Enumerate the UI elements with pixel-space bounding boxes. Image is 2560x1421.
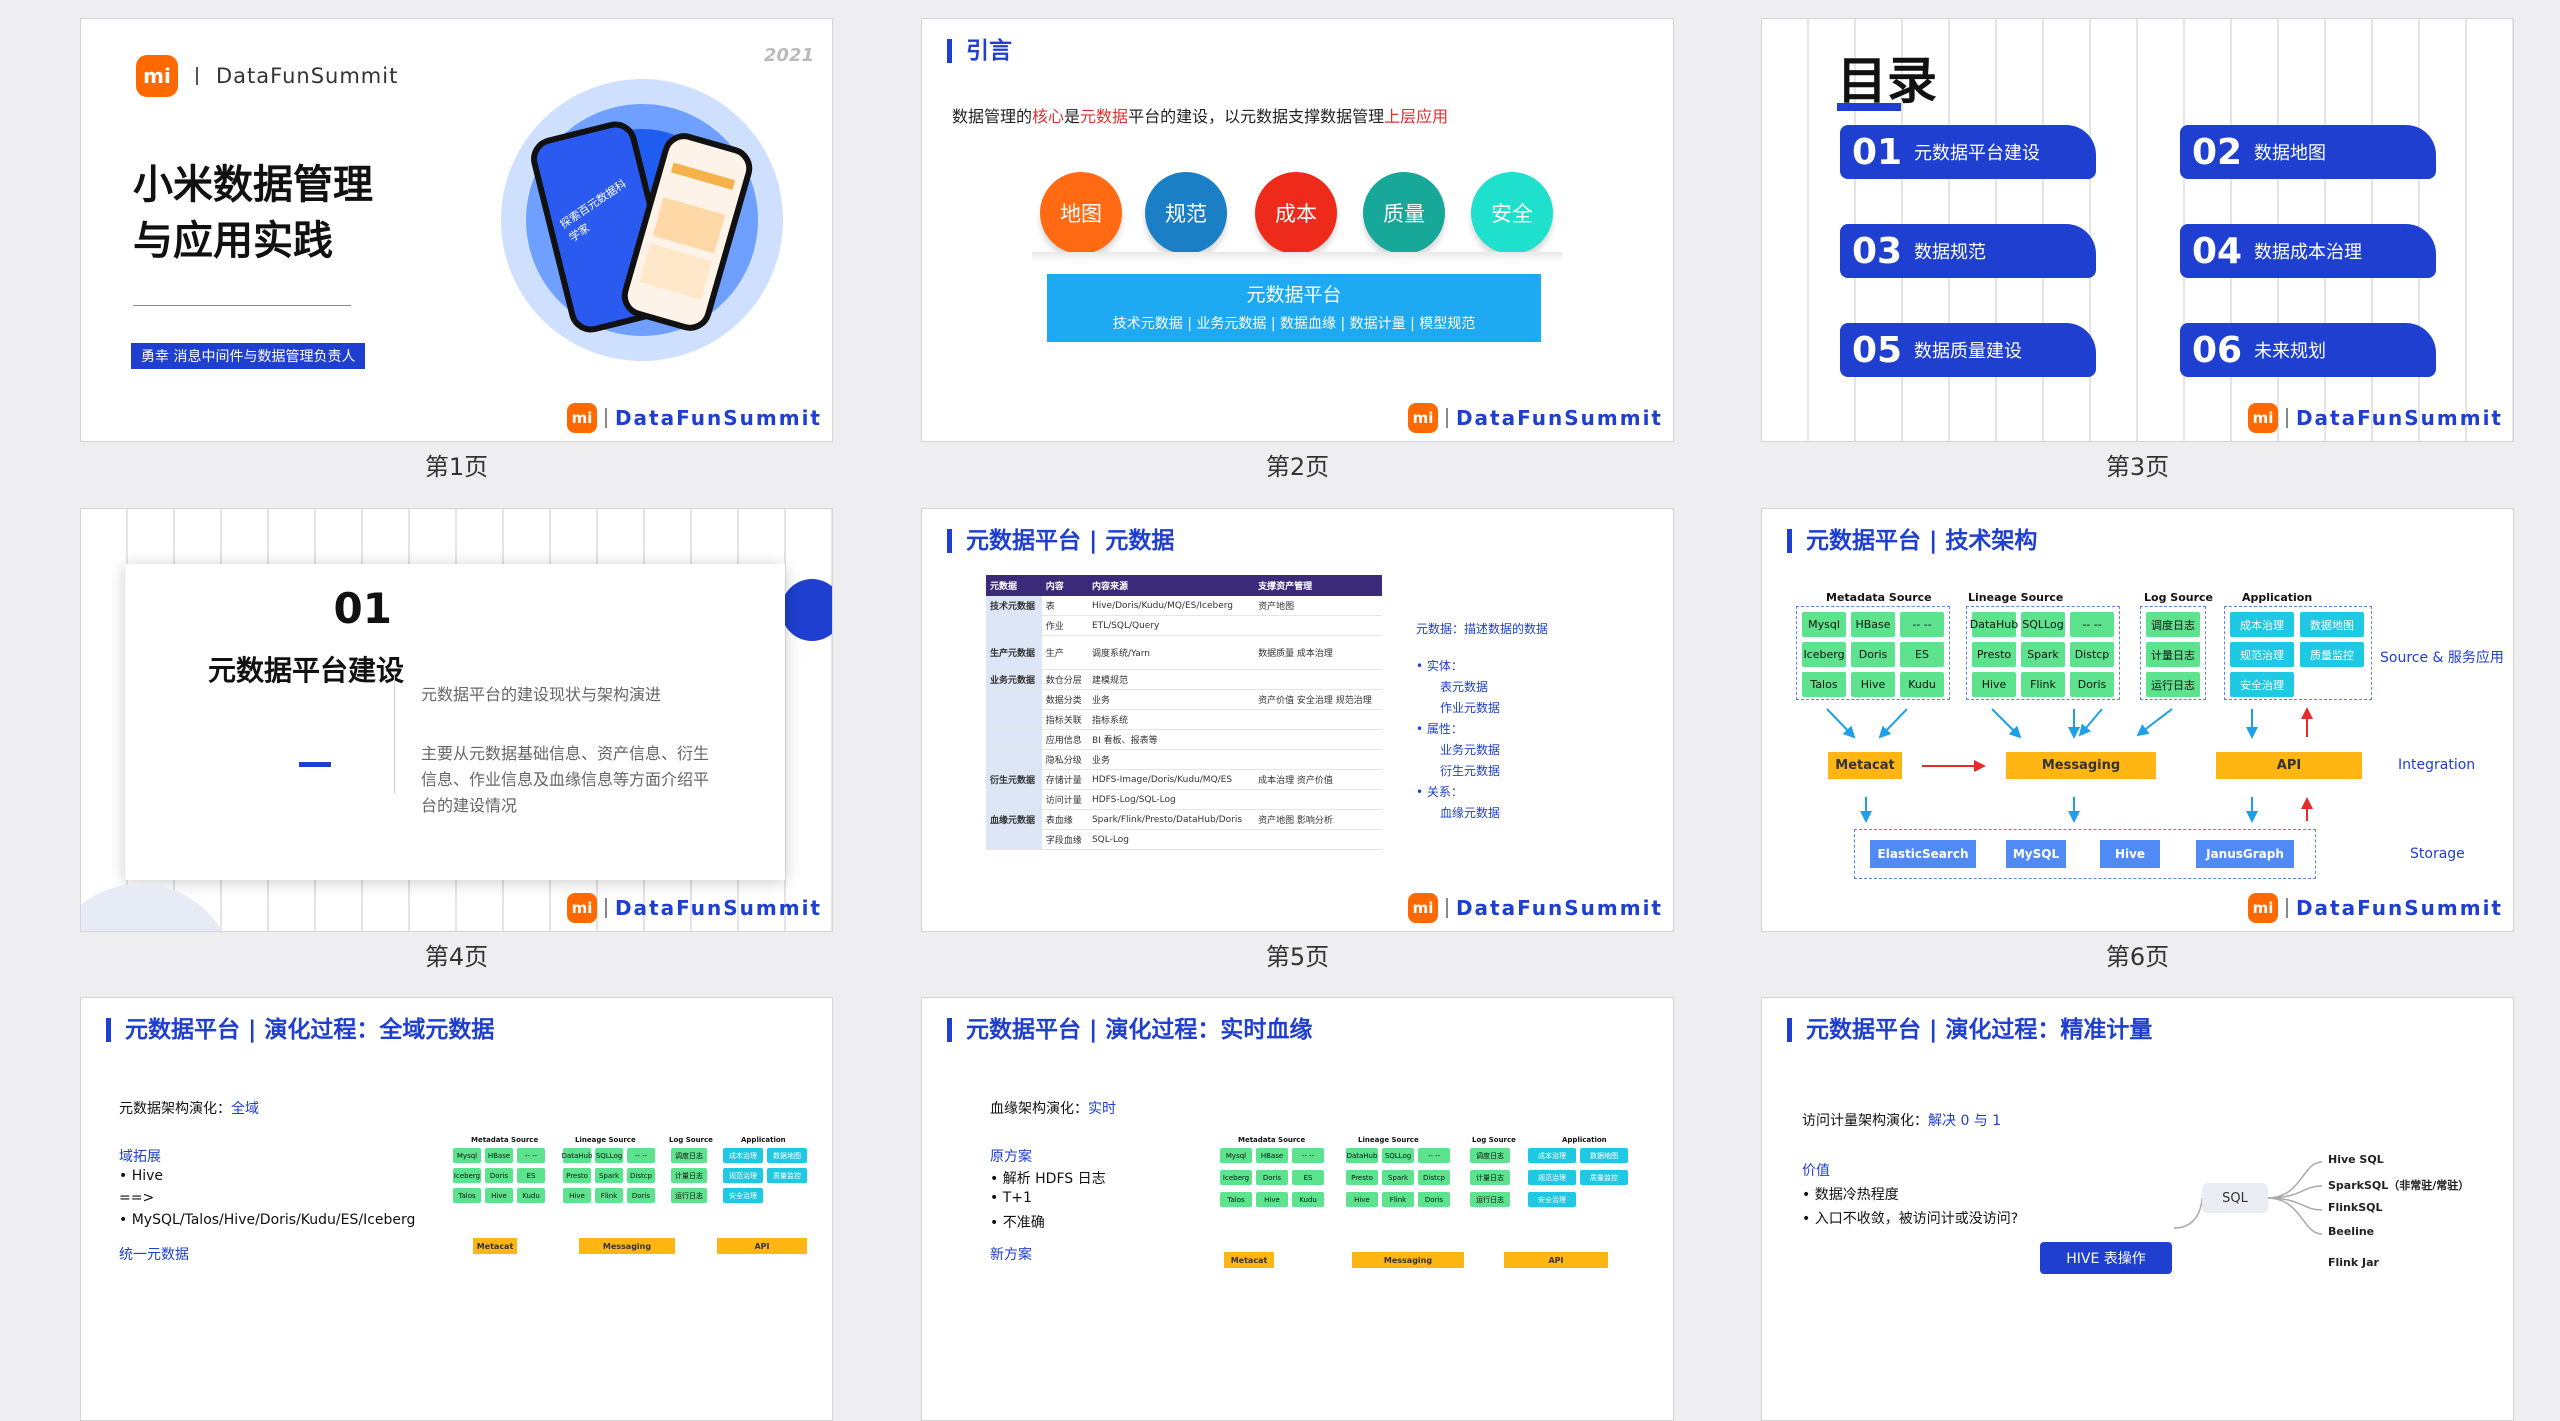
slide-title: 元数据平台 | 元数据 — [947, 529, 1174, 553]
slide-thumb-5[interactable]: 元数据平台 | 元数据 元数据 内容 内容来源 支撑资产管理 技术元数据表 Hive/D… — [921, 508, 1674, 982]
toc-item: 04 数据成本治理 — [2180, 224, 2436, 278]
toc-item: 06 未来规划 — [2180, 323, 2436, 377]
mi-logo-icon: mi — [566, 893, 597, 923]
s1-logo-text: DataFunSummit — [216, 64, 399, 88]
mi-logo-icon: mi — [2247, 893, 2278, 923]
s4-text-1: 元数据平台的建设现状与架构演进 — [421, 685, 662, 704]
s4-card — [81, 564, 785, 931]
s4-text-2: 主要从元数据基础信息、资产信息、衍生信息、作业信息及血缘信息等方面介绍平台的建设… — [421, 744, 710, 815]
slide-title: 引言 — [947, 39, 1012, 63]
metacat-box: Metacat — [1828, 752, 1902, 779]
mi-logo-icon: mi — [1407, 893, 1438, 923]
slide-caption: 第4页 — [424, 943, 489, 971]
s4-number: 01 — [333, 584, 392, 633]
messaging-box: Messaging — [2006, 752, 2156, 779]
slide-thumb-4[interactable]: 01 元数据平台建设 元数据平台的建设现状与架构演进 主要从元数据基础信息、资产… — [80, 508, 833, 982]
metadata-table: 元数据 内容 内容来源 支撑资产管理 技术元数据表 Hive/Doris/Kudu/MQ… — [986, 575, 1382, 850]
s5-side-notes: 元数据：描述数据的数据 • 实体： 表元数据 作业元数据 • 属性： 业务元数据… — [1416, 622, 1549, 820]
slide-caption: 第3页 — [2105, 453, 2170, 481]
slide-4[interactable]: 01 元数据平台建设 元数据平台的建设现状与架构演进 主要从元数据基础信息、资产… — [80, 508, 833, 932]
mi-logo-icon: mi — [1407, 403, 1438, 433]
s4-label: 元数据平台建设 — [207, 654, 404, 687]
slide-caption: 第2页 — [1265, 453, 1330, 481]
circle-security: 安全 — [1471, 172, 1553, 254]
slide-thumb-3[interactable]: 目录 01 元数据平台建设 02 数据地图 03 数据规范 04 数据成本治理 05 数据… — [1761, 18, 2514, 492]
circle-spec: 规范 — [1145, 172, 1227, 254]
s2-platform-box: 元数据平台 技术元数据 | 业务元数据 | 数据血缘 | 数据计量 | 模型规范 — [1047, 274, 1541, 342]
s1-title: 小米数据管理 与应用实践 — [133, 162, 373, 264]
slide-footer: mi DataFunSummit — [1407, 403, 1663, 433]
slide-title: 元数据平台 | 演化过程：全域元数据 — [106, 1018, 494, 1042]
mi-logo-icon: mi — [136, 55, 178, 97]
hive-table-op-node: HIVE 表操作 — [2040, 1242, 2172, 1274]
s1-author: 勇幸 消息中间件与数据管理负责人 — [131, 343, 366, 369]
toc-item: 02 数据地图 — [2180, 125, 2436, 179]
slide-thumb-9[interactable]: 元数据平台 | 演化过程：精准计量 访问计量架构演化：解决 0 与 1 价值 •… — [1761, 997, 2514, 1421]
slide-caption: 第1页 — [424, 453, 489, 481]
slide-9[interactable]: 元数据平台 | 演化过程：精准计量 访问计量架构演化：解决 0 与 1 价值 •… — [1761, 997, 2514, 1421]
tree-lines — [2173, 1161, 2323, 1235]
slide-caption: 第6页 — [2105, 943, 2170, 971]
sql-node: SQL — [2202, 1183, 2268, 1213]
circle-cost: 成本 — [1255, 172, 1337, 254]
slide-footer: mi DataFunSummit — [1407, 893, 1663, 923]
toc-item: 01 元数据平台建设 — [1840, 125, 2096, 179]
toc-item: 03 数据规范 — [1840, 224, 2096, 278]
slide-5[interactable]: 元数据平台 | 元数据 元数据 内容 内容来源 支撑资产管理 技术元数据表 Hive/D… — [921, 508, 1674, 932]
slide-title: 目录 — [1837, 41, 1937, 113]
toc-item: 05 数据质量建设 — [1840, 323, 2096, 377]
slide-footer: mi DataFunSummit — [2247, 403, 2503, 433]
s1-logo: mi DataFunSummit — [136, 55, 398, 97]
slide-thumb-2[interactable]: 引言 数据管理的核心是元数据平台的建设，以元数据支撑数据管理上层应用 地图 规范… — [921, 18, 1674, 492]
mi-logo-icon: mi — [566, 403, 597, 433]
slide-caption: 第5页 — [1265, 943, 1330, 971]
slide-thumb-6[interactable]: 元数据平台 | 技术架构 Metadata Source Lineage Sou… — [1761, 508, 2514, 982]
circle-map: 地图 — [1040, 172, 1122, 254]
slide-8[interactable]: 元数据平台 | 演化过程：实时血缘 血缘架构演化：实时 原方案 • 解析 HDF… — [921, 997, 1674, 1421]
slide-thumb-7[interactable]: 元数据平台 | 演化过程：全域元数据 元数据架构演化：全域 域拓展 • Hive… — [80, 997, 833, 1421]
slide-footer: mi DataFunSummit — [566, 403, 822, 433]
slide-footer: mi DataFunSummit — [2247, 893, 2503, 923]
slide-1[interactable]: mi DataFunSummit 2021 小米数据管理 与应用实践 勇幸 消息… — [80, 18, 833, 442]
slide-thumb-1[interactable]: mi DataFunSummit 2021 小米数据管理 与应用实践 勇幸 消息… — [80, 18, 833, 492]
slide-7[interactable]: 元数据平台 | 演化过程：全域元数据 元数据架构演化：全域 域拓展 • Hive… — [80, 997, 833, 1421]
slide-6[interactable]: 元数据平台 | 技术架构 Metadata Source Lineage Sou… — [1761, 508, 2514, 932]
slide-3[interactable]: 目录 01 元数据平台建设 02 数据地图 03 数据规范 04 数据成本治理 05 数据… — [1761, 18, 2514, 442]
circle-quality: 质量 — [1363, 172, 1445, 254]
slide-thumb-8[interactable]: 元数据平台 | 演化过程：实时血缘 血缘架构演化：实时 原方案 • 解析 HDF… — [921, 997, 1674, 1421]
slide-2[interactable]: 引言 数据管理的核心是元数据平台的建设，以元数据支撑数据管理上层应用 地图 规范… — [921, 18, 1674, 442]
s2-subtitle: 数据管理的核心是元数据平台的建设，以元数据支撑数据管理上层应用 — [952, 107, 1449, 126]
mi-logo-icon: mi — [2247, 403, 2278, 433]
slide-footer: mi DataFunSummit — [566, 893, 822, 923]
api-box: API — [2216, 752, 2362, 779]
slide-title: 元数据平台 | 演化过程：实时血缘 — [947, 1018, 1312, 1042]
s1-year: 2021 — [763, 45, 814, 66]
